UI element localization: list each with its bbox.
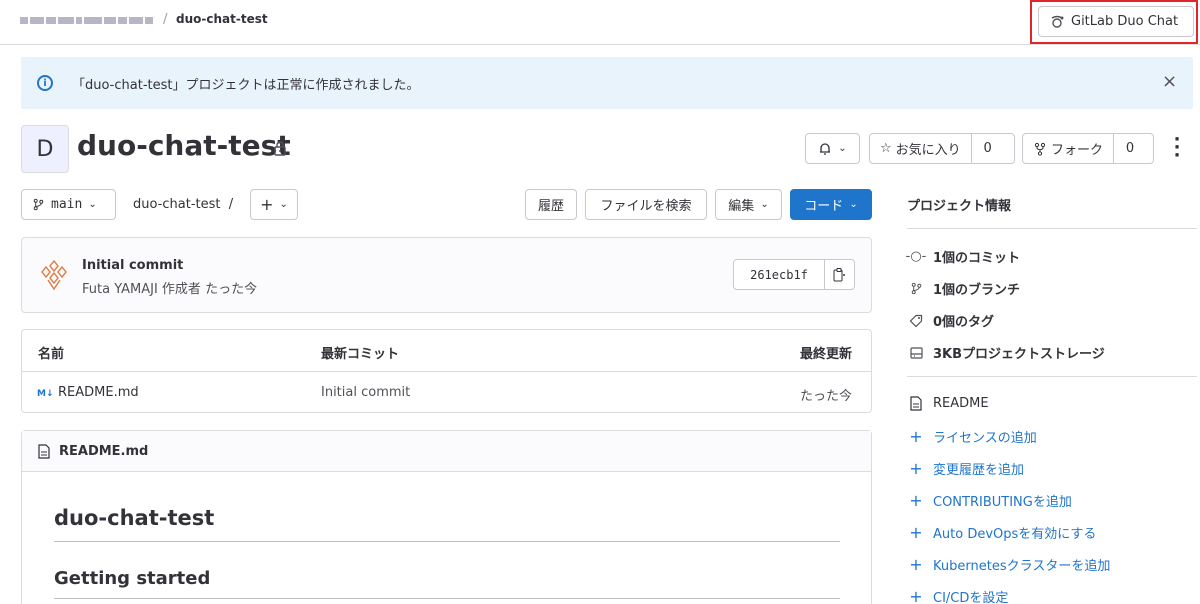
code-label: コード xyxy=(804,199,844,214)
file-updated-time: たった今 xyxy=(800,389,853,404)
find-file-button[interactable]: ファイルを検索 xyxy=(585,189,707,220)
file-table-header xyxy=(22,330,871,372)
notification-button[interactable]: ⌄ xyxy=(805,133,860,164)
column-header-name: 名前 xyxy=(38,347,65,362)
sidebar-item-label: README xyxy=(933,396,989,411)
plus-icon: + xyxy=(260,195,274,214)
sidebar-item-label: 3KBプロジェクトストレージ xyxy=(933,347,1105,362)
readme-heading-2: Getting started xyxy=(54,568,211,589)
commit-sha[interactable]: 261ecb1f xyxy=(734,260,825,289)
commit-sha-group[interactable]: 261ecb1f xyxy=(733,259,855,290)
fork-count[interactable]: 0 xyxy=(1114,141,1146,156)
close-icon[interactable]: × xyxy=(1162,71,1177,92)
branch-icon xyxy=(33,198,44,211)
history-button[interactable]: 履歴 xyxy=(525,189,577,220)
sidebar-link-add-license[interactable]: + ライセンスの追加 xyxy=(907,427,1037,446)
column-header-last-commit: 最新コミット xyxy=(321,347,400,362)
gitlab-duo-chat-button[interactable]: GitLab Duo Chat xyxy=(1038,6,1194,37)
breadcrumb-obscured-group[interactable] xyxy=(20,15,156,25)
file-last-commit-link[interactable]: Initial commit xyxy=(321,385,410,400)
chevron-down-icon: ⌄ xyxy=(838,143,847,154)
sidebar-divider xyxy=(907,376,1197,377)
sidebar-link-label: Auto DevOpsを有効にする xyxy=(933,527,1097,542)
project-info-title: プロジェクト情報 xyxy=(907,199,1012,214)
fork-button[interactable]: フォーク 0 xyxy=(1022,133,1154,164)
duo-chat-label: GitLab Duo Chat xyxy=(1071,14,1179,29)
chevron-down-icon: ⌄ xyxy=(760,199,769,210)
sidebar-item-label: 1個のコミット xyxy=(933,251,1021,266)
heading-divider xyxy=(54,541,840,542)
copy-icon[interactable] xyxy=(833,267,846,282)
heading-divider xyxy=(54,598,840,599)
branch-icon xyxy=(907,282,925,295)
sidebar-item-storage[interactable]: 3KBプロジェクトストレージ xyxy=(907,343,1105,362)
sidebar-link-label: 変更履歴を追加 xyxy=(933,463,1025,478)
readme-header xyxy=(22,431,871,472)
commit-title[interactable]: Initial commit xyxy=(82,258,183,273)
readme-heading-1: duo-chat-test xyxy=(54,506,215,530)
repo-path-separator: / xyxy=(228,197,234,212)
sidebar-link-enable-auto-devops[interactable]: + Auto DevOpsを有効にする xyxy=(907,523,1096,542)
sidebar-item-label: 0個のタグ xyxy=(933,315,995,330)
star-label: お気に入り xyxy=(895,143,961,158)
branch-name: main xyxy=(51,197,83,212)
commit-icon: -○- xyxy=(905,249,927,264)
branch-selector[interactable]: main ⌄ xyxy=(21,189,116,220)
plus-icon: + xyxy=(909,555,923,574)
plus-icon: + xyxy=(909,427,923,446)
markdown-icon: M↓ xyxy=(37,389,54,399)
code-button[interactable]: コード ⌄ xyxy=(790,189,872,220)
star-button[interactable]: ☆ お気に入り 0 xyxy=(869,133,1015,164)
sidebar-item-tags[interactable]: 0個のタグ xyxy=(907,311,994,330)
bell-icon xyxy=(820,142,831,155)
duo-chat-icon xyxy=(1051,15,1064,28)
info-icon: i xyxy=(37,75,53,91)
repo-path[interactable]: duo-chat-test / xyxy=(133,197,233,212)
commit-meta: Futa YAMAJI 作成者 たった今 xyxy=(82,282,258,297)
breadcrumb-current-project[interactable]: duo-chat-test xyxy=(176,12,268,26)
file-icon xyxy=(38,444,50,459)
sidebar-item-commits[interactable]: -○- 1個のコミット xyxy=(905,247,1021,266)
sidebar-link-label: Kubernetesクラスターを追加 xyxy=(933,559,1111,574)
sidebar-link-add-contributing[interactable]: + CONTRIBUTINGを追加 xyxy=(907,491,1072,510)
fork-label: フォーク xyxy=(1051,143,1104,158)
more-actions-icon[interactable]: · · · xyxy=(1170,131,1184,165)
file-name-link[interactable]: README.md xyxy=(58,385,139,400)
tag-icon xyxy=(907,314,925,328)
project-avatar: D xyxy=(21,125,69,173)
project-title: duo-chat-test xyxy=(77,129,291,162)
sidebar-item-branches[interactable]: 1個のブランチ xyxy=(907,279,1020,298)
plus-icon: + xyxy=(909,587,923,604)
edit-label: 編集 xyxy=(728,199,755,214)
edit-button[interactable]: 編集 ⌄ xyxy=(715,189,782,220)
sidebar-link-setup-cicd[interactable]: + CI/CDを設定 xyxy=(907,587,1008,604)
sidebar-item-label: 1個のブランチ xyxy=(933,283,1021,298)
add-to-tree-button[interactable]: + ⌄ xyxy=(250,189,298,220)
fork-icon xyxy=(1034,142,1046,156)
repo-path-root[interactable]: duo-chat-test xyxy=(133,197,220,212)
file-icon xyxy=(907,396,925,411)
breadcrumb-separator: / xyxy=(163,12,168,27)
storage-icon xyxy=(907,346,925,359)
chevron-down-icon: ⌄ xyxy=(88,199,97,210)
plus-icon: + xyxy=(909,491,923,510)
readme-filename[interactable]: README.md xyxy=(59,444,148,459)
alert-message: 「duo-chat-test」プロジェクトは正常に作成されました。 xyxy=(72,78,420,93)
lock-icon xyxy=(274,141,286,156)
sidebar-link-add-changelog[interactable]: + 変更履歴を追加 xyxy=(907,459,1024,478)
star-count[interactable]: 0 xyxy=(972,141,1004,156)
chevron-down-icon: ⌄ xyxy=(849,199,858,210)
plus-icon: + xyxy=(909,459,923,478)
commit-author-avatar xyxy=(41,259,67,291)
column-header-last-update: 最終更新 xyxy=(800,347,853,362)
sidebar-link-add-kubernetes[interactable]: + Kubernetesクラスターを追加 xyxy=(907,555,1110,574)
plus-icon: + xyxy=(909,523,923,542)
sidebar-link-label: CI/CDを設定 xyxy=(933,591,1009,604)
sidebar-link-label: CONTRIBUTINGを追加 xyxy=(933,495,1072,510)
chevron-down-icon: ⌄ xyxy=(279,199,288,210)
star-icon: ☆ xyxy=(880,141,892,156)
sidebar-link-label: ライセンスの追加 xyxy=(933,431,1037,446)
sidebar-divider xyxy=(907,228,1197,229)
sidebar-item-readme[interactable]: README xyxy=(907,396,989,411)
